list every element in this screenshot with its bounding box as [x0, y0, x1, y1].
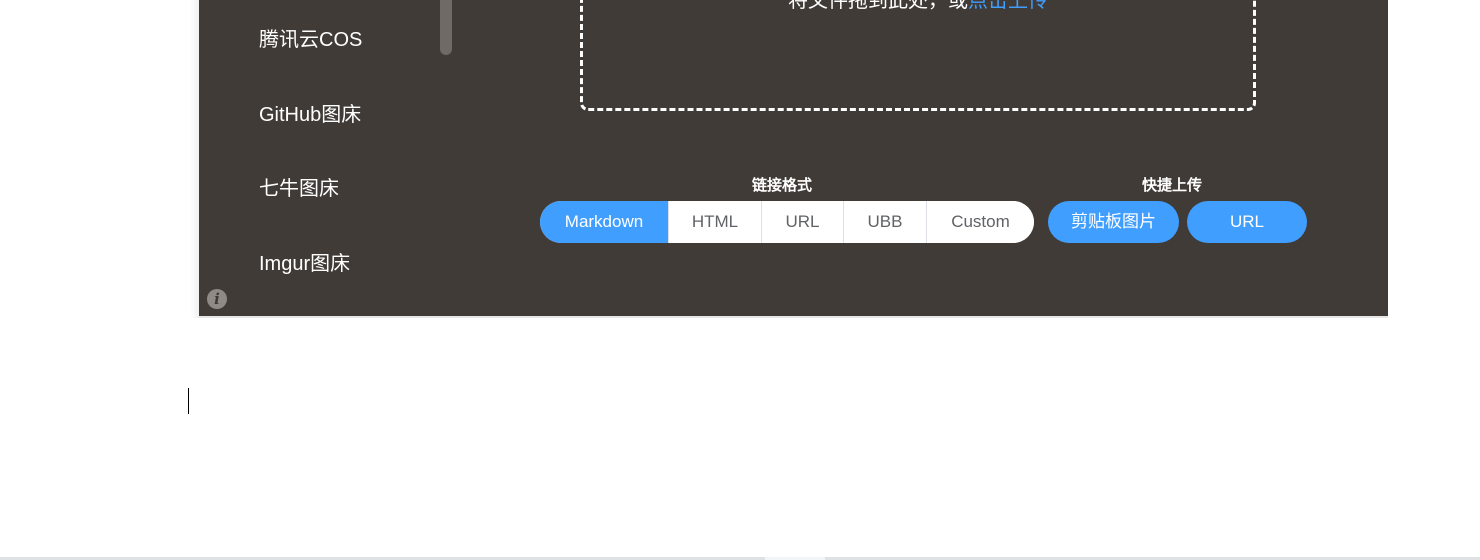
quick-upload-label: 快捷上传 [1142, 177, 1203, 194]
info-icon[interactable]: i [207, 289, 227, 309]
sidebar-item-label: 腾讯云COS [259, 29, 363, 51]
upload-panel: 腾讯云COS GitHub图床 七牛图床 Imgur图床 i 将文件拖到此处，或… [199, 0, 1388, 316]
sidebar-item-label: 七牛图床 [259, 178, 339, 200]
sidebar-item-github[interactable]: GitHub图床 [259, 103, 361, 127]
url-upload-button[interactable]: URL [1187, 201, 1307, 243]
drop-hint: 将文件拖到此处，或点击上传 [583, 0, 1253, 13]
format-url-button[interactable]: URL [761, 201, 843, 243]
format-html-button[interactable]: HTML [668, 201, 761, 243]
sidebar-item-qiniu[interactable]: 七牛图床 [259, 177, 339, 201]
upload-drop-zone[interactable]: 将文件拖到此处，或点击上传 [580, 0, 1256, 111]
link-format-label: 链接格式 [752, 177, 813, 194]
panel-bottom-border [199, 316, 1388, 318]
panel-shadow [190, 0, 199, 318]
format-markdown-button[interactable]: Markdown [540, 201, 668, 243]
clipboard-image-button[interactable]: 剪贴板图片 [1048, 201, 1179, 243]
click-upload-link[interactable]: 点击上传 [968, 0, 1048, 12]
drop-hint-text: 将文件拖到此处，或 [788, 0, 968, 12]
link-format-group: Markdown HTML URL UBB Custom [540, 201, 1034, 243]
sidebar-item-label: Imgur图床 [259, 253, 351, 275]
sidebar-item-imgur[interactable]: Imgur图床 [259, 252, 350, 276]
format-custom-button[interactable]: Custom [926, 201, 1034, 243]
sidebar-item-tencent-cos[interactable]: 腾讯云COS [259, 28, 362, 52]
sidebar-item-label: GitHub图床 [259, 104, 362, 126]
sidebar-scrollbar[interactable] [440, 0, 452, 55]
text-cursor [188, 388, 189, 414]
format-ubb-button[interactable]: UBB [843, 201, 926, 243]
sidebar: 腾讯云COS GitHub图床 七牛图床 Imgur图床 i [199, 0, 459, 316]
